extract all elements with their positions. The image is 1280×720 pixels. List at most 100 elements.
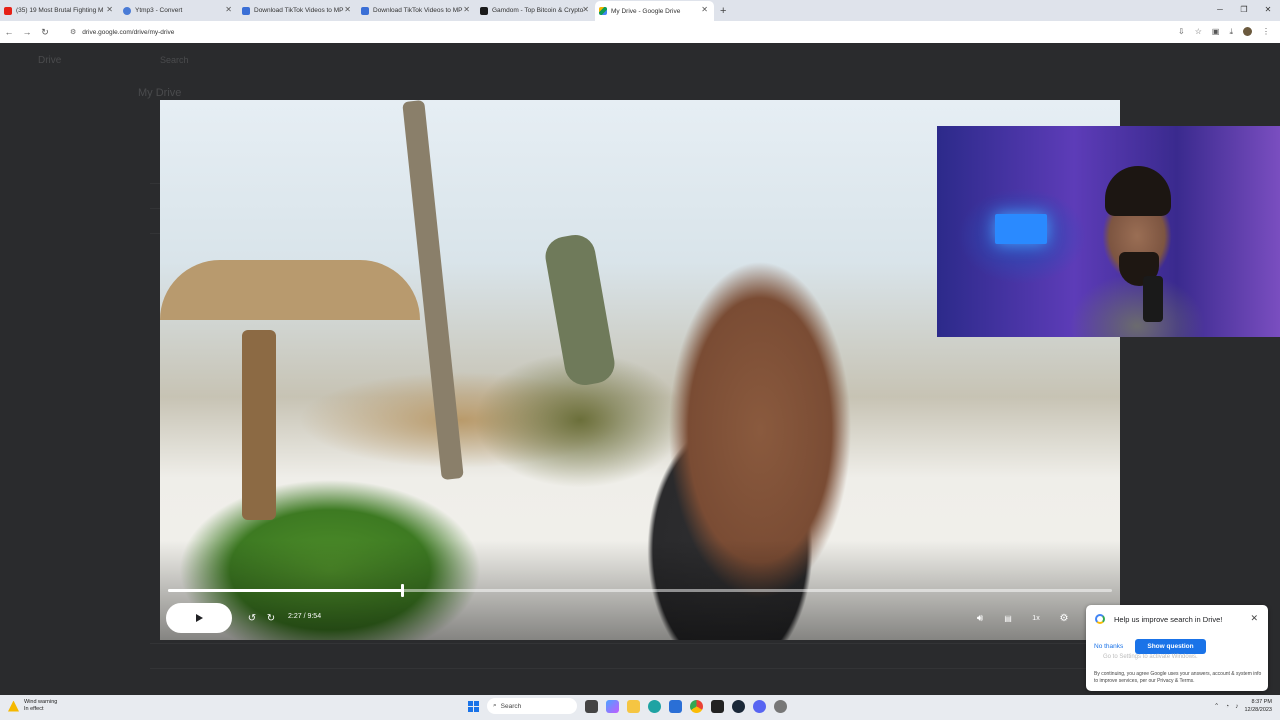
close-icon[interactable]: ✕ xyxy=(1250,613,1258,624)
captions-icon[interactable]: ▤ xyxy=(1002,612,1014,624)
forward-10-button[interactable]: ↻ xyxy=(265,612,277,624)
profile-avatar[interactable] xyxy=(1243,27,1252,36)
survey-question: Help us improve search in Drive! xyxy=(1114,615,1223,624)
task-view-icon[interactable] xyxy=(585,699,598,713)
url-text: drive.google.com/drive/my-drive xyxy=(82,28,175,36)
search-feedback-survey: Help us improve search in Drive! ✕ No th… xyxy=(1086,605,1268,691)
close-tab-icon[interactable]: ✕ xyxy=(106,5,113,14)
google-drive-icon xyxy=(599,7,607,15)
download-site-icon xyxy=(361,6,369,15)
wooden-post xyxy=(242,330,276,520)
aquarium xyxy=(995,214,1047,244)
address-bar[interactable]: ⚙ drive.google.com/drive/my-drive xyxy=(64,24,1124,40)
activate-windows-watermark: Go to Settings to activate Windows. xyxy=(1103,654,1198,660)
browser-tab-strip: (35) 19 Most Brutal Fighting M ✕ Ytmp3 - … xyxy=(0,0,1280,21)
settings-icon[interactable] xyxy=(774,699,787,713)
download-site-icon xyxy=(242,6,250,15)
ghost-row xyxy=(150,668,1130,669)
downloads-icon[interactable]: ⤓ xyxy=(1229,27,1233,37)
microphone xyxy=(1143,276,1163,322)
tray-overflow-icon[interactable]: ⌃ xyxy=(1214,702,1219,710)
progress-scrubber[interactable] xyxy=(401,584,405,597)
thatched-roof xyxy=(160,260,420,320)
close-tab-icon[interactable]: ✕ xyxy=(463,5,470,14)
close-window-icon[interactable]: ✕ xyxy=(1256,0,1280,20)
weather-title: Wind warning xyxy=(24,699,58,705)
progress-fill xyxy=(168,589,403,592)
video-progress-bar[interactable] xyxy=(168,584,1112,597)
tab-my-drive[interactable]: My Drive - Google Drive ✕ xyxy=(595,1,714,21)
tab-title: (35) 19 Most Brutal Fighting M xyxy=(16,7,104,14)
webcam-overlay xyxy=(937,126,1280,337)
time-display: 2:27 / 9:54 xyxy=(288,613,322,620)
tab-ytmp3[interactable]: Ytmp3 - Convert ✕ xyxy=(119,1,238,20)
extensions-icon[interactable]: ▣ xyxy=(1212,27,1220,37)
reload-icon[interactable]: ↻ xyxy=(36,27,54,38)
streamer-hair xyxy=(1105,166,1171,216)
taskbar-search-box[interactable]: ⌕ Search xyxy=(487,698,577,714)
install-app-icon[interactable]: ⇩ xyxy=(1178,27,1185,37)
terminal-icon[interactable] xyxy=(711,699,724,713)
system-tray: ⌃ ◔ ♪ 8:37 PM 12/28/2023 xyxy=(1214,698,1272,714)
back-arrow-icon[interactable]: ← xyxy=(0,27,18,37)
play-icon xyxy=(195,614,203,622)
browser-toolbar: ← → ↻ ⚙ drive.google.com/drive/my-drive … xyxy=(0,21,1280,43)
bookmark-star-icon[interactable]: ☆ xyxy=(1195,27,1202,37)
drive-app-name: Drive xyxy=(38,55,62,66)
discord-icon[interactable] xyxy=(753,699,766,713)
clock-date: 12/28/2023 xyxy=(1244,707,1272,713)
weather-subtitle: In effect xyxy=(24,706,44,712)
gamdom-icon xyxy=(480,6,488,15)
tab-title: Download TikTok Videos to MP xyxy=(254,7,344,14)
tab-tiktok-downloader-2[interactable]: Download TikTok Videos to MP ✕ xyxy=(357,1,476,20)
window-controls: ─ ❐ ✕ xyxy=(1208,0,1280,20)
tab-title: Download TikTok Videos to MP xyxy=(373,7,463,14)
edge-icon[interactable] xyxy=(648,699,661,713)
tab-youtube[interactable]: (35) 19 Most Brutal Fighting M ✕ xyxy=(0,1,119,20)
drive-page-title: My Drive xyxy=(138,87,182,99)
show-question-button[interactable]: Show question xyxy=(1135,639,1206,654)
weather-widget[interactable]: Wind warning In effect xyxy=(8,699,57,713)
survey-legal-text: By continuing, you agree Google uses you… xyxy=(1094,671,1262,684)
tab-tiktok-downloader-1[interactable]: Download TikTok Videos to MP ✕ xyxy=(238,1,357,20)
network-icon[interactable]: ◔ xyxy=(1225,703,1229,710)
search-label: Search xyxy=(500,702,522,710)
menu-dots-icon[interactable]: ⋮ xyxy=(1262,27,1270,37)
rewind-10-button[interactable]: ↺ xyxy=(246,612,258,624)
tab-title: Gamdom - Top Bitcoin & Crypto xyxy=(492,7,584,14)
play-button[interactable] xyxy=(166,603,232,633)
close-tab-icon[interactable]: ✕ xyxy=(701,5,708,14)
steam-icon[interactable] xyxy=(732,699,745,713)
store-icon[interactable] xyxy=(669,699,682,713)
clock-time: 8:37 PM xyxy=(1251,699,1272,705)
speaker-icon[interactable]: ♪ xyxy=(1235,703,1238,710)
close-tab-icon[interactable]: ✕ xyxy=(344,5,351,14)
maximize-icon[interactable]: ❐ xyxy=(1232,0,1256,20)
youtube-icon xyxy=(4,6,12,15)
search-icon: ⌕ xyxy=(493,702,497,709)
iguana xyxy=(542,231,618,389)
clock[interactable]: 8:37 PM 12/28/2023 xyxy=(1244,698,1272,714)
new-tab-button[interactable]: + xyxy=(720,5,726,17)
volume-icon[interactable]: 🔊︎ xyxy=(974,612,986,624)
no-thanks-button[interactable]: No thanks xyxy=(1094,643,1123,650)
chrome-icon[interactable] xyxy=(690,699,703,713)
drive-search-placeholder: Search xyxy=(160,55,189,65)
tab-gamdom[interactable]: Gamdom - Top Bitcoin & Crypto ✕ xyxy=(476,1,595,20)
google-logo-icon xyxy=(1095,614,1105,624)
ghost-row xyxy=(150,643,1130,644)
ytmp3-icon xyxy=(123,6,131,15)
tab-title: My Drive - Google Drive xyxy=(611,7,681,15)
copilot-icon[interactable] xyxy=(606,699,619,713)
file-explorer-icon[interactable] xyxy=(627,699,640,713)
settings-gear-icon[interactable]: ⚙ xyxy=(1058,612,1070,624)
playback-speed-button[interactable]: 1x xyxy=(1030,612,1042,624)
warning-icon xyxy=(8,700,19,712)
site-info-icon[interactable]: ⚙ xyxy=(70,28,76,36)
windows-start-icon[interactable] xyxy=(468,700,479,712)
close-tab-icon[interactable]: ✕ xyxy=(582,5,589,14)
tab-title: Ytmp3 - Convert xyxy=(135,7,183,14)
forward-arrow-icon[interactable]: → xyxy=(18,27,36,37)
minimize-icon[interactable]: ─ xyxy=(1208,0,1232,20)
close-tab-icon[interactable]: ✕ xyxy=(225,5,232,14)
